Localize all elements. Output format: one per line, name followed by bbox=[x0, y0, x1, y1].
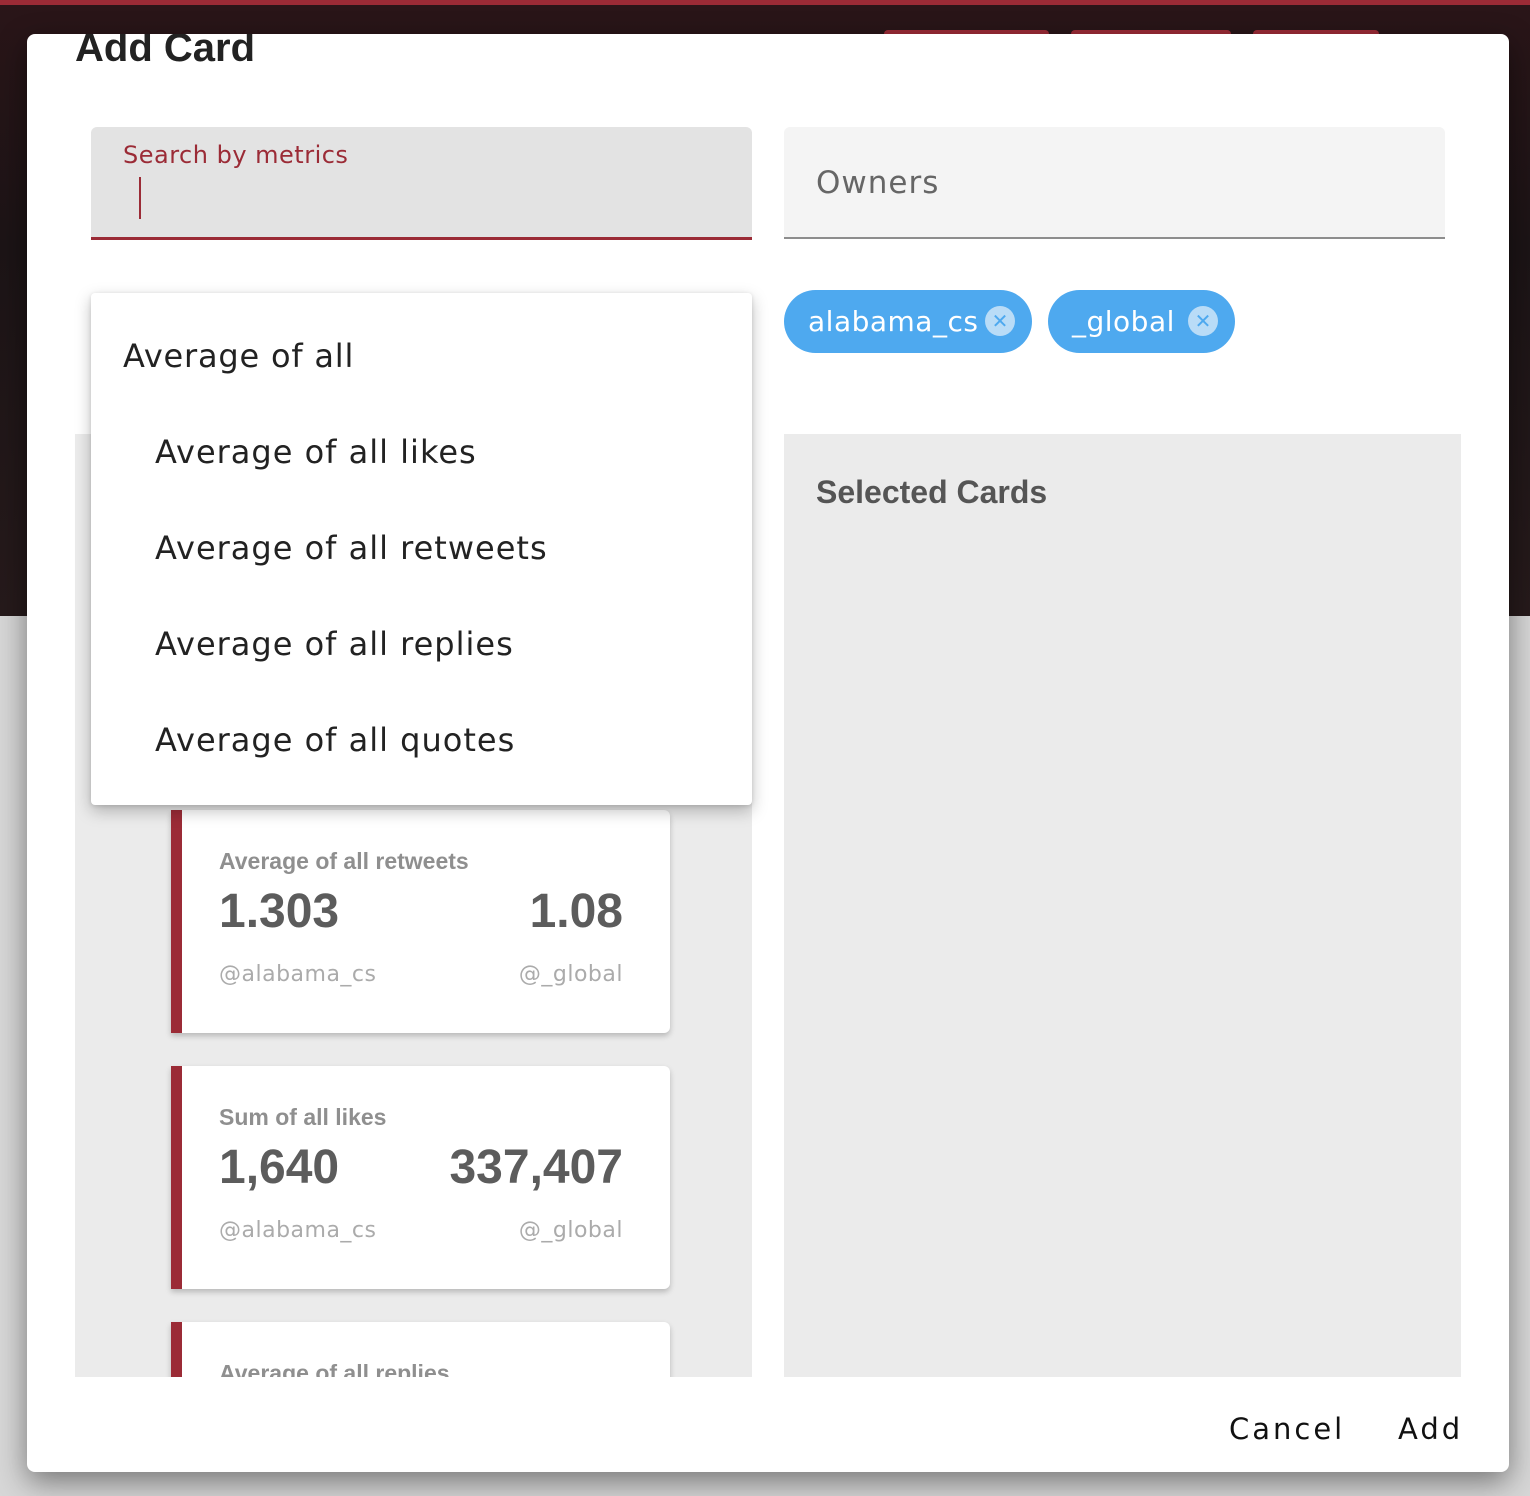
dropdown-item[interactable]: Average of all quotes bbox=[155, 721, 515, 759]
card-handle-primary: @alabama_cs bbox=[219, 1218, 377, 1243]
metric-card[interactable]: Average of all replies bbox=[171, 1322, 670, 1377]
text-caret bbox=[139, 177, 141, 219]
card-handle-secondary: @_global bbox=[518, 1218, 623, 1243]
selected-cards-title: Selected Cards bbox=[816, 474, 1048, 510]
dropdown-item[interactable]: Average of all likes bbox=[155, 433, 477, 471]
dropdown-item[interactable]: Average of all replies bbox=[155, 625, 514, 663]
selected-cards-panel[interactable]: Selected Cards bbox=[784, 434, 1461, 1377]
metrics-dropdown: Average of all Average of all likes Aver… bbox=[91, 293, 752, 805]
add-button[interactable]: Add bbox=[1398, 1412, 1463, 1446]
card-value-primary: 1.303 bbox=[219, 885, 340, 938]
close-circle-icon[interactable]: ✕ bbox=[1188, 306, 1218, 336]
close-circle-icon[interactable]: ✕ bbox=[985, 306, 1015, 336]
search-metrics-label: Search by metrics bbox=[123, 141, 349, 169]
dialog-title: Add Card bbox=[75, 34, 255, 70]
chip-label: alabama_cs bbox=[808, 305, 979, 338]
card-handle-secondary: @_global bbox=[518, 962, 623, 987]
owner-chip-alabama-cs[interactable]: alabama_cs ✕ bbox=[784, 290, 1032, 353]
background-accent-line bbox=[0, 0, 1530, 5]
dropdown-item[interactable]: Average of all retweets bbox=[155, 529, 548, 567]
owner-chip-global[interactable]: _global ✕ bbox=[1048, 290, 1235, 353]
card-title: Average of all retweets bbox=[219, 848, 469, 874]
owners-field[interactable]: Owners bbox=[784, 127, 1445, 239]
card-handle-primary: @alabama_cs bbox=[219, 962, 377, 987]
cancel-button[interactable]: Cancel bbox=[1229, 1412, 1345, 1446]
card-value-primary: 1,640 bbox=[219, 1141, 340, 1194]
dropdown-group-header: Average of all bbox=[123, 337, 355, 375]
metric-card[interactable]: Average of all retweets 1.303 1.08 @alab… bbox=[171, 810, 670, 1033]
card-title: Sum of all likes bbox=[219, 1104, 387, 1130]
metric-card[interactable]: Sum of all likes 1,640 337,407 @alabama_… bbox=[171, 1066, 670, 1289]
card-title: Average of all replies bbox=[219, 1360, 450, 1377]
chip-label: _global bbox=[1072, 305, 1175, 338]
add-card-dialog: Add Card Search by metrics Owners alabam… bbox=[27, 34, 1509, 1472]
search-metrics-field[interactable]: Search by metrics bbox=[91, 127, 752, 240]
card-value-secondary: 337,407 bbox=[449, 1141, 623, 1194]
owners-placeholder: Owners bbox=[816, 165, 940, 201]
card-value-secondary: 1.08 bbox=[529, 885, 623, 938]
